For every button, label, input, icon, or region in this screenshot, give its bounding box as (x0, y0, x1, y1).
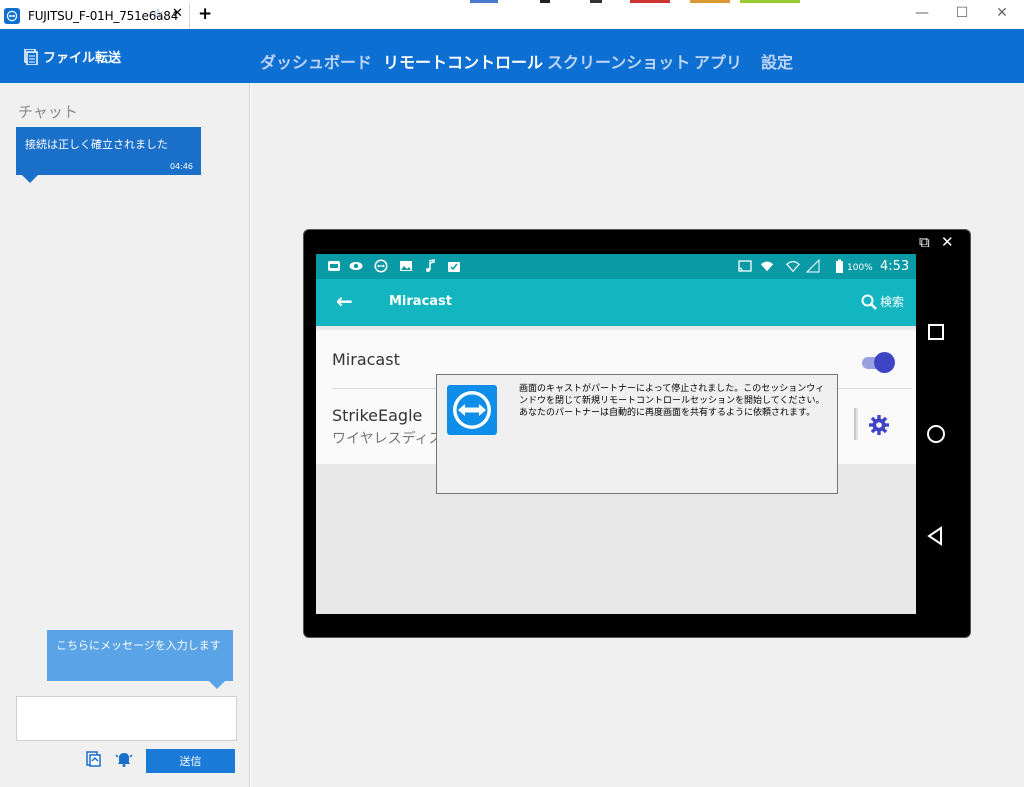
file-transfer-icon (24, 48, 38, 65)
window-close-icon[interactable]: ✕ (987, 5, 1017, 21)
top-strip (470, 0, 498, 3)
tab-settings[interactable]: 設定 (761, 49, 793, 73)
new-tab-icon[interactable]: + (198, 4, 212, 24)
tab-remote-control[interactable]: リモートコントロール (383, 49, 543, 73)
app-notification-icon (328, 261, 340, 271)
top-strip (590, 0, 602, 3)
eye-icon (349, 262, 363, 270)
title-bar: FUJITSU_F-01H_751e6a84 ☆ ✕ + — ☐ ✕ (0, 0, 1024, 29)
tab-dashboard[interactable]: ダッシュボード (260, 49, 372, 73)
chat-message-time: 04:46 (169, 162, 193, 171)
wifi-icon (760, 261, 774, 272)
chat-input-hint-text: こちらにメッセージを入力します (56, 639, 221, 652)
top-strip (740, 0, 800, 3)
back-arrow-icon[interactable]: ← (336, 289, 353, 313)
tab-screenshot[interactable]: スクリーンショット (547, 49, 690, 73)
app-window: FUJITSU_F-01H_751e6a84 ☆ ✕ + — ☐ ✕ ファイル転… (0, 0, 1024, 787)
android-nav-bar (916, 254, 957, 614)
wifi-off-icon (786, 261, 800, 273)
minimize-icon[interactable]: — (907, 5, 937, 21)
chat-message: 接続は正しく確立されました 04:46 (16, 127, 201, 183)
miracast-row-label: Miracast (332, 350, 400, 369)
android-status-bar: 100% 4:53 (316, 254, 916, 279)
file-transfer-button[interactable]: ファイル転送 (24, 47, 121, 66)
teamviewer-status-icon (374, 259, 388, 273)
popout-icon[interactable]: ⧉ (919, 233, 930, 251)
tab-close-icon[interactable]: ✕ (172, 6, 183, 21)
device-row-label[interactable]: StrikeEagle (332, 406, 422, 425)
search-button[interactable]: 検索 (861, 293, 904, 310)
chat-title: チャット (18, 103, 78, 121)
search-label: 検索 (880, 295, 905, 309)
tab-apps[interactable]: アプリ (694, 49, 742, 73)
hint-tail (209, 681, 225, 689)
device-row-subtitle: ワイヤレスディス (332, 431, 443, 447)
teamviewer-logo-icon (447, 385, 497, 435)
back-triangle-icon[interactable] (926, 526, 946, 546)
miracast-toggle-knob[interactable] (874, 352, 895, 373)
recent-apps-icon[interactable] (926, 322, 946, 342)
browser-tab[interactable]: FUJITSU_F-01H_751e6a84 ☆ ✕ (0, 3, 190, 29)
top-strip (630, 0, 670, 3)
device-close-icon[interactable]: ✕ (941, 233, 954, 251)
cast-icon (738, 260, 752, 272)
battery-level: 100% (847, 263, 873, 273)
chat-sidebar: チャット 接続は正しく確立されました 04:46 こちらにメッセージを入力します… (0, 83, 250, 787)
row-separator (854, 408, 858, 440)
chat-message-text: 接続は正しく確立されました (25, 138, 168, 151)
chat-input-hint: こちらにメッセージを入力します (47, 630, 233, 689)
star-icon[interactable]: ☆ (152, 7, 164, 22)
top-strip (690, 0, 730, 3)
status-time: 4:53 (880, 259, 910, 274)
search-icon (861, 294, 877, 310)
file-attach-icon[interactable] (85, 751, 103, 767)
gear-icon[interactable] (868, 414, 890, 436)
image-icon (400, 261, 412, 271)
header-bar: ファイル転送 ダッシュボード リモートコントロール スクリーンショット アプリ … (0, 29, 1024, 83)
battery-icon (836, 259, 843, 273)
bell-icon[interactable] (115, 751, 133, 767)
chat-message-input[interactable] (16, 696, 237, 741)
bubble-tail (22, 175, 38, 183)
home-icon[interactable] (926, 424, 946, 444)
app-bar-title: Miracast (389, 294, 453, 309)
dialog-message: 画面のキャストがパートナーによって停止されました。このセッションウィンドウを閉じ… (519, 384, 825, 418)
signal-icon (806, 259, 820, 273)
clipboard-check-icon (448, 262, 460, 272)
maximize-icon[interactable]: ☐ (947, 5, 977, 21)
send-button[interactable]: 送信 (146, 749, 235, 773)
notification-dialog[interactable]: 画面のキャストがパートナーによって停止されました。このセッションウィンドウを閉じ… (436, 374, 838, 494)
top-strip (540, 0, 550, 3)
android-app-bar: ← Miracast 検索 (316, 279, 916, 326)
teamviewer-icon (4, 8, 20, 24)
file-transfer-label: ファイル転送 (43, 51, 122, 66)
music-icon (426, 259, 435, 272)
